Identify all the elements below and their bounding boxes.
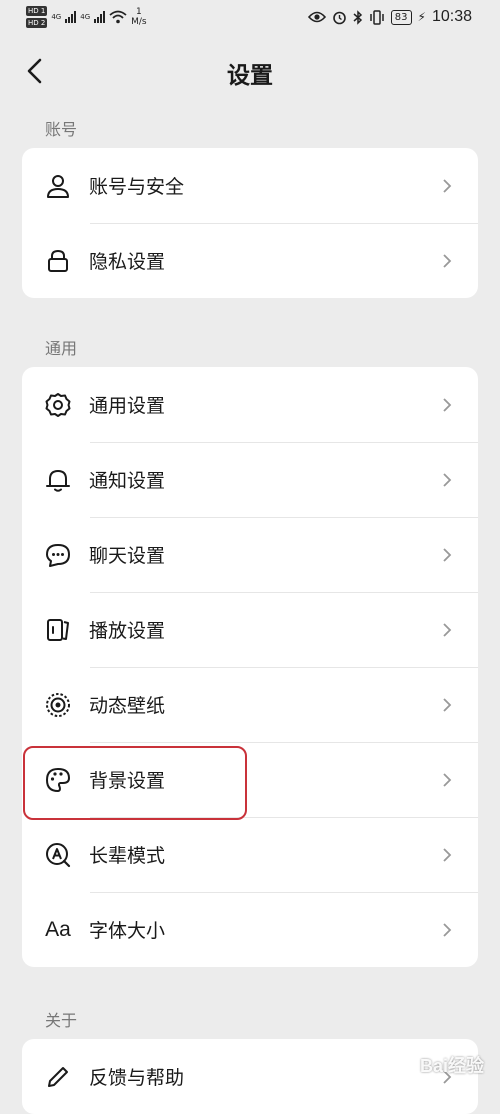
watermark: Bai经验: [419, 1056, 484, 1076]
charging-icon: ⚡: [417, 10, 426, 24]
settings-item-label: 播放设置: [89, 620, 166, 642]
settings-item-label: 反馈与帮助: [89, 1067, 185, 1089]
settings-item-label: 背景设置: [89, 770, 166, 792]
chevron-right-icon: [443, 472, 452, 487]
chevron-right-icon: [443, 397, 452, 412]
settings-item-account-security[interactable]: 账号与安全: [22, 148, 478, 223]
chevron-right-icon: [443, 697, 452, 712]
settings-item-playback[interactable]: 播放设置: [22, 592, 478, 667]
chevron-right-icon: [443, 178, 452, 193]
settings-item-label: 动态壁纸: [89, 695, 166, 717]
wifi-icon: [109, 10, 127, 24]
pencil-icon: [44, 1063, 72, 1091]
chevron-right-icon: [443, 547, 452, 562]
settings-item-feedback-help[interactable]: 反馈与帮助: [22, 1039, 478, 1114]
general-settings-card: 通用设置 通知设置 聊天设置 播放设置 动态壁纸 背景设置 长辈模式 Aa 字体…: [22, 367, 478, 967]
chevron-right-icon: [443, 772, 452, 787]
elder-mode-icon: [44, 841, 72, 869]
chevron-right-icon: [443, 622, 452, 637]
live-wallpaper-icon: [44, 691, 72, 719]
status-bar: HD 1 HD 2 4G 4G 1 M/s 83 ⚡ 10:38: [0, 0, 500, 36]
person-icon: [44, 172, 72, 200]
hd-badge-2: HD 2: [26, 18, 48, 28]
settings-item-general[interactable]: 通用设置: [22, 367, 478, 442]
bell-icon: [44, 466, 72, 494]
settings-item-label: 聊天设置: [89, 545, 166, 567]
top-app-bar: 设置: [0, 36, 500, 110]
settings-item-live-wallpaper[interactable]: 动态壁纸: [22, 667, 478, 742]
font-size-icon: Aa: [45, 917, 71, 941]
network-type-2: 4G: [80, 13, 91, 21]
section-label-general: 通用: [45, 339, 78, 358]
settings-item-font-size[interactable]: Aa 字体大小: [22, 892, 478, 967]
bluetooth-icon: [353, 9, 362, 25]
net-speed: 1 M/s: [131, 7, 147, 27]
chevron-right-icon: [443, 253, 452, 268]
section-label-about: 关于: [45, 1011, 78, 1030]
chevron-right-icon: [443, 922, 452, 937]
palette-icon: [44, 766, 72, 794]
settings-item-background[interactable]: 背景设置: [22, 742, 478, 817]
signal-icon: [94, 11, 106, 23]
settings-item-label: 字体大小: [89, 920, 166, 942]
alarm-icon: [332, 11, 346, 24]
signal-icon: [65, 11, 77, 23]
eye-icon: [307, 11, 326, 23]
settings-item-label: 通知设置: [89, 470, 166, 492]
hd-badge-1: HD 1: [26, 6, 48, 16]
lock-icon: [44, 247, 72, 275]
play-card-icon: [44, 616, 72, 644]
settings-item-privacy[interactable]: 隐私设置: [22, 223, 478, 298]
chevron-right-icon: [443, 847, 452, 862]
settings-item-label: 通用设置: [89, 395, 166, 417]
network-type-1: 4G: [51, 13, 62, 21]
about-settings-card: 反馈与帮助: [22, 1039, 478, 1114]
account-settings-card: 账号与安全 隐私设置: [22, 148, 478, 298]
battery-indicator: 83: [390, 9, 412, 25]
settings-item-label: 隐私设置: [89, 251, 166, 273]
settings-item-label: 账号与安全: [89, 176, 185, 198]
vibrate-icon: [370, 9, 384, 25]
gear-icon: [44, 391, 72, 419]
settings-item-elder-mode[interactable]: 长辈模式: [22, 817, 478, 892]
chat-bubble-icon: [44, 541, 72, 569]
settings-item-chat[interactable]: 聊天设置: [22, 517, 478, 592]
section-label-account: 账号: [45, 120, 78, 139]
clock: 10:38: [431, 8, 472, 25]
settings-item-notification[interactable]: 通知设置: [22, 442, 478, 517]
settings-item-label: 长辈模式: [89, 845, 166, 867]
page-title: 设置: [227, 63, 273, 89]
